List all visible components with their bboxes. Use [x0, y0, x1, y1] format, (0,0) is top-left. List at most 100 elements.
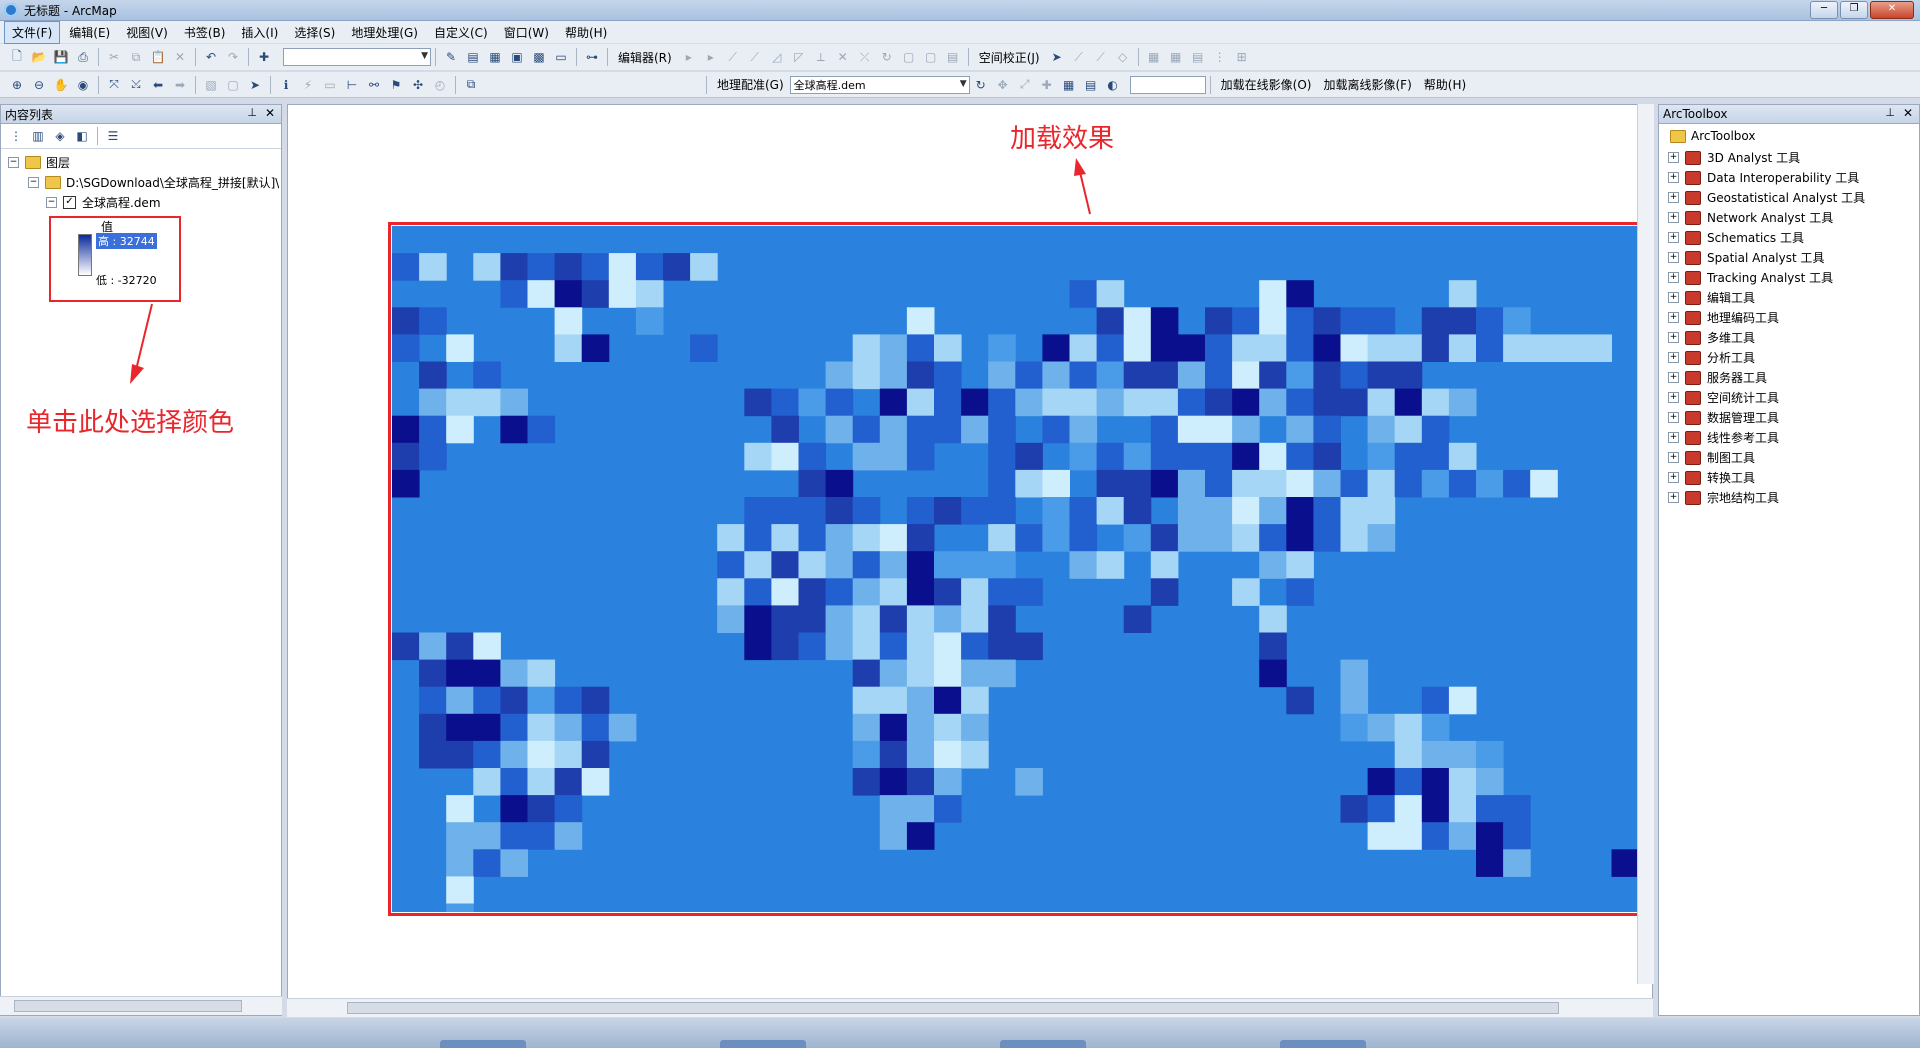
menu-item-4[interactable]: 插入(I) [234, 22, 285, 43]
redo-icon[interactable]: ↷ [223, 47, 243, 67]
select-features-icon[interactable]: ▧ [201, 75, 221, 95]
menu-item-2[interactable]: 视图(V) [119, 22, 175, 43]
full-extent-globe-icon[interactable]: ◉ [73, 75, 93, 95]
expand-icon[interactable]: + [1668, 472, 1679, 483]
python-window-icon[interactable]: ▭ [551, 47, 571, 67]
list-by-source-icon[interactable]: ▥ [28, 126, 48, 146]
taskbar-item[interactable] [720, 1040, 806, 1048]
toc-horizontal-scrollbar[interactable] [0, 996, 282, 1015]
edit-tool-icon[interactable]: ▸ [679, 47, 699, 67]
time-slider-icon[interactable]: ◴ [430, 75, 450, 95]
open-folder-icon[interactable]: 📂 [29, 47, 49, 67]
menu-item-7[interactable]: 自定义(C) [427, 22, 495, 43]
menu-item-8[interactable]: 窗口(W) [497, 22, 556, 43]
measure-icon[interactable]: ⊢ [342, 75, 362, 95]
create-features-icon[interactable]: ▤ [943, 47, 963, 67]
pan-hand-icon[interactable]: ✋ [51, 75, 71, 95]
legend-high-value[interactable]: 高 : 32744 [96, 233, 157, 249]
menu-item-1[interactable]: 编辑(E) [62, 22, 117, 43]
expand-icon[interactable]: + [1668, 452, 1679, 463]
editor-menu[interactable]: 编辑器(R) [612, 49, 678, 66]
toolbox-item[interactable]: + 空间统计工具 [1668, 389, 1779, 406]
layer-visibility-checkbox[interactable]: ✓ [63, 196, 76, 209]
tree-layers-root[interactable]: − 图层 [8, 154, 70, 171]
expand-icon[interactable]: + [1668, 212, 1679, 223]
tree-folder-node[interactable]: − D:\SGDownload\全球高程_拼接[默认]\ [28, 174, 279, 191]
adjust-preview-icon[interactable]: ⊞ [1232, 47, 1252, 67]
split-icon[interactable]: ⤫ [855, 47, 875, 67]
go-to-xy-icon[interactable]: ✣ [408, 75, 428, 95]
georeferencing-menu[interactable]: 地理配准(G) [711, 76, 790, 93]
georef-input[interactable] [1129, 75, 1206, 94]
expand-icon[interactable]: + [1668, 312, 1679, 323]
back-arrow-icon[interactable]: ⬅ [148, 75, 168, 95]
taskbar-item[interactable] [1280, 1040, 1366, 1048]
toolbox-item[interactable]: + 数据管理工具 [1668, 409, 1779, 426]
link-table-2-icon[interactable]: ▤ [1081, 75, 1101, 95]
toolbox-item[interactable]: + Network Analyst 工具 [1668, 209, 1833, 226]
editor-toolbar-icon[interactable]: ✎ [441, 47, 461, 67]
menu-item-5[interactable]: 选择(S) [287, 22, 342, 43]
toolbox-item[interactable]: + 制图工具 [1668, 449, 1755, 466]
menu-item-0[interactable]: 文件(F) [4, 20, 61, 44]
spatial-adjustment-menu[interactable]: 空间校正(J) [973, 49, 1046, 66]
save-icon[interactable]: 💾 [51, 47, 71, 67]
pin-icon[interactable]: ⊥ [1885, 106, 1895, 119]
toolbox-item[interactable]: + Geostatistical Analyst 工具 [1668, 189, 1865, 206]
fixed-zoom-out-icon[interactable]: ⤩ [126, 75, 146, 95]
expand-icon[interactable]: + [1668, 432, 1679, 443]
scale-georef-icon[interactable]: ⤢ [1015, 75, 1035, 95]
list-by-visibility-icon[interactable]: ◈ [50, 126, 70, 146]
create-viewer-window-icon[interactable]: ⧉ [461, 75, 481, 95]
undo-icon[interactable]: ↶ [201, 47, 221, 67]
view-link-table-2-icon[interactable]: ▦ [1059, 75, 1079, 95]
list-by-drawing-order-icon[interactable]: ⋮ [6, 126, 26, 146]
color-ramp-swatch[interactable] [78, 234, 92, 276]
scrollbar-thumb[interactable] [347, 1002, 1559, 1014]
toolbox-item[interactable]: + 线性参考工具 [1668, 429, 1779, 446]
select-elements-icon[interactable]: ➤ [1047, 47, 1067, 67]
expand-icon[interactable]: + [1668, 252, 1679, 263]
shift-georef-icon[interactable]: ✥ [993, 75, 1013, 95]
toolbox-item[interactable]: + 转换工具 [1668, 469, 1755, 486]
catalog-window-icon[interactable]: ▦ [485, 47, 505, 67]
map-vertical-scrollbar[interactable] [1637, 104, 1654, 984]
expand-icon[interactable]: + [1668, 352, 1679, 363]
toolbox-item[interactable]: + Spatial Analyst 工具 [1668, 249, 1825, 266]
close-icon[interactable]: ✕ [265, 106, 275, 120]
expand-icon[interactable]: + [1668, 412, 1679, 423]
fixed-zoom-in-icon[interactable]: ⤧ [104, 75, 124, 95]
collapse-icon[interactable]: − [46, 197, 57, 208]
forward-arrow-icon[interactable]: ➡ [170, 75, 190, 95]
taskbar-item[interactable] [440, 1040, 526, 1048]
expand-icon[interactable]: + [1668, 292, 1679, 303]
expand-icon[interactable]: + [1668, 152, 1679, 163]
find-route-icon[interactable]: ⚑ [386, 75, 406, 95]
minimize-button[interactable]: ─ [1810, 1, 1838, 19]
zoom-out-icon[interactable]: ⊖ [29, 75, 49, 95]
toolbox-root[interactable]: ArcToolbox [1670, 129, 1755, 143]
expand-icon[interactable]: + [1668, 392, 1679, 403]
taskbar-item[interactable] [1000, 1040, 1086, 1048]
menu-item-3[interactable]: 书签(B) [177, 22, 233, 43]
select-elements-arrow-icon[interactable]: ➤ [245, 75, 265, 95]
expand-icon[interactable]: + [1668, 372, 1679, 383]
edge-match-icon[interactable]: ⋮ [1210, 47, 1230, 67]
tree-layer-dem[interactable]: − ✓ 全球高程.dem [46, 194, 161, 211]
print-icon[interactable]: ⎙ [73, 47, 93, 67]
collapse-icon[interactable]: − [8, 157, 19, 168]
multi-displacement-icon[interactable]: ◇ [1113, 47, 1133, 67]
trace-icon[interactable]: ⟋ [745, 47, 765, 67]
toc-window-icon[interactable]: ▤ [463, 47, 483, 67]
toolbox-item[interactable]: + 地理编码工具 [1668, 309, 1779, 326]
toolbox-item[interactable]: + 多维工具 [1668, 329, 1755, 346]
map-horizontal-scrollbar[interactable] [287, 998, 1653, 1017]
toolbox-item[interactable]: + Schematics 工具 [1668, 229, 1804, 246]
attribute-transfer-icon[interactable]: ▤ [1188, 47, 1208, 67]
model-builder-icon[interactable]: ⊶ [582, 47, 602, 67]
restore-button[interactable]: ❐ [1840, 1, 1868, 19]
hyperlink-icon[interactable]: ⚡ [298, 75, 318, 95]
add-control-points-icon[interactable]: ✚ [1037, 75, 1057, 95]
close-button[interactable]: ✕ [1870, 1, 1914, 19]
toolbox-item[interactable]: + 编辑工具 [1668, 289, 1755, 306]
